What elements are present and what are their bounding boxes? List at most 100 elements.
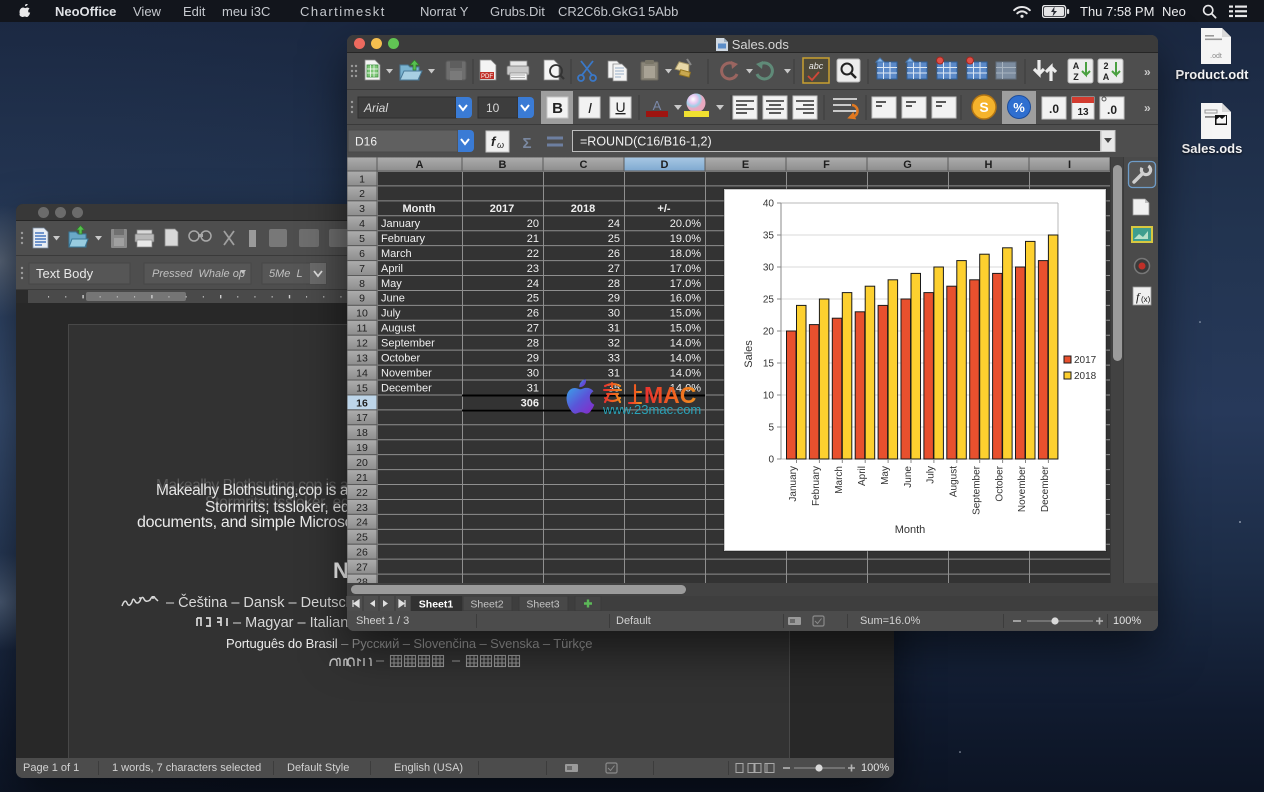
svg-text:10: 10 <box>486 101 500 115</box>
svg-text:18.0%: 18.0% <box>670 248 701 260</box>
svg-text:33: 33 <box>608 352 620 364</box>
svg-text:February: February <box>811 466 822 506</box>
svg-text:11: 11 <box>357 323 368 335</box>
svg-text:F: F <box>823 159 830 171</box>
svg-text:14.0%: 14.0% <box>670 352 701 364</box>
svg-text:25: 25 <box>356 532 368 544</box>
svg-text:Sales: Sales <box>743 340 755 368</box>
svg-text:21: 21 <box>356 472 368 484</box>
svg-text:14: 14 <box>356 367 368 379</box>
svg-text:(x): (x) <box>1141 295 1151 304</box>
svg-text:U: U <box>615 99 625 115</box>
svg-text:31: 31 <box>608 323 620 335</box>
svg-text:June: June <box>903 466 914 488</box>
svg-text:H: H <box>985 159 993 171</box>
svg-text:35: 35 <box>763 231 775 242</box>
svg-text:Sheet1: Sheet1 <box>419 599 454 611</box>
svg-text:9: 9 <box>359 293 365 305</box>
svg-text:16: 16 <box>356 397 368 409</box>
svg-text:April: April <box>857 466 868 486</box>
svg-text:I: I <box>588 100 592 117</box>
svg-text:A: A <box>1103 72 1110 82</box>
svg-text:21: 21 <box>527 233 539 245</box>
svg-text:April: April <box>381 263 403 275</box>
svg-text:15.0%: 15.0% <box>670 308 701 320</box>
svg-text:22: 22 <box>527 248 539 260</box>
svg-text:.odt: .odt <box>1210 53 1222 60</box>
svg-text:»: » <box>1144 65 1151 79</box>
svg-text:October: October <box>381 352 420 364</box>
svg-text:A: A <box>1073 61 1080 71</box>
svg-text:February: February <box>381 233 426 245</box>
svg-text:24: 24 <box>356 517 368 529</box>
svg-text:7: 7 <box>359 263 365 275</box>
svg-text:23: 23 <box>527 263 539 275</box>
svg-text:November: November <box>1017 465 1028 512</box>
svg-text:29: 29 <box>527 352 539 364</box>
svg-text:+/-: +/- <box>657 203 670 215</box>
svg-text:20: 20 <box>356 457 368 469</box>
svg-text:I: I <box>1068 159 1071 171</box>
svg-text:Pressed Whale op: Pressed Whale op <box>152 268 245 280</box>
svg-text:306: 306 <box>521 397 539 409</box>
svg-text:24: 24 <box>527 278 539 290</box>
svg-text:A: A <box>416 159 424 171</box>
svg-text:6: 6 <box>359 248 365 260</box>
svg-text:Sheet3: Sheet3 <box>526 599 559 611</box>
svg-text:3: 3 <box>359 203 365 215</box>
svg-text:September: September <box>971 465 982 515</box>
svg-text:%: % <box>1013 100 1025 115</box>
svg-text:17.0%: 17.0% <box>670 263 701 275</box>
svg-text:15: 15 <box>356 382 368 394</box>
svg-text:–: – <box>452 654 461 668</box>
svg-text:26: 26 <box>356 547 368 559</box>
svg-text:.0: .0 <box>1049 102 1059 116</box>
svg-text:29: 29 <box>608 293 620 305</box>
svg-text:December: December <box>381 382 432 394</box>
svg-text:2: 2 <box>1103 61 1108 71</box>
svg-text:S: S <box>979 99 988 115</box>
svg-text:»: » <box>1144 101 1151 115</box>
svg-text:D16: D16 <box>355 135 377 149</box>
svg-text:abc: abc <box>809 61 824 71</box>
svg-text:25: 25 <box>527 293 539 305</box>
svg-text:13: 13 <box>356 352 368 364</box>
svg-text:19.0%: 19.0% <box>670 233 701 245</box>
svg-text:20: 20 <box>763 327 775 338</box>
svg-text:ω: ω <box>497 140 504 150</box>
svg-text:G: G <box>903 159 912 171</box>
svg-text:10: 10 <box>356 308 368 320</box>
svg-text:27: 27 <box>527 323 539 335</box>
svg-text:September: September <box>381 338 435 350</box>
svg-text:22: 22 <box>356 487 368 499</box>
svg-text:15.0%: 15.0% <box>670 323 701 335</box>
svg-text:B: B <box>552 100 563 117</box>
svg-text:June: June <box>381 293 405 305</box>
svg-text:December: December <box>1040 465 1051 512</box>
svg-text:2018: 2018 <box>1074 371 1097 382</box>
svg-text:E: E <box>742 159 749 171</box>
svg-text:PDF: PDF <box>481 74 493 80</box>
svg-text:B: B <box>499 159 507 171</box>
svg-text:October: October <box>994 465 1005 501</box>
svg-text:January: January <box>788 466 799 502</box>
svg-text:20.0%: 20.0% <box>670 218 701 230</box>
svg-text:18: 18 <box>356 427 368 439</box>
svg-text:2017: 2017 <box>1074 355 1097 366</box>
svg-text:28: 28 <box>608 278 620 290</box>
svg-text:28: 28 <box>527 338 539 350</box>
svg-text:40: 40 <box>763 199 775 210</box>
svg-text:C: C <box>580 159 588 171</box>
svg-text:2017: 2017 <box>490 203 514 215</box>
svg-text:Σ: Σ <box>522 135 531 152</box>
svg-text:30: 30 <box>763 263 775 274</box>
svg-text:May: May <box>880 466 891 485</box>
svg-text:Arial: Arial <box>363 101 388 115</box>
svg-text:Z: Z <box>1073 72 1079 82</box>
svg-text:March: March <box>381 248 412 260</box>
svg-text:–: – <box>376 654 385 668</box>
svg-text:D: D <box>661 159 669 171</box>
svg-text:Month: Month <box>403 203 436 215</box>
svg-text:30: 30 <box>527 367 539 379</box>
svg-text:0: 0 <box>768 455 774 466</box>
